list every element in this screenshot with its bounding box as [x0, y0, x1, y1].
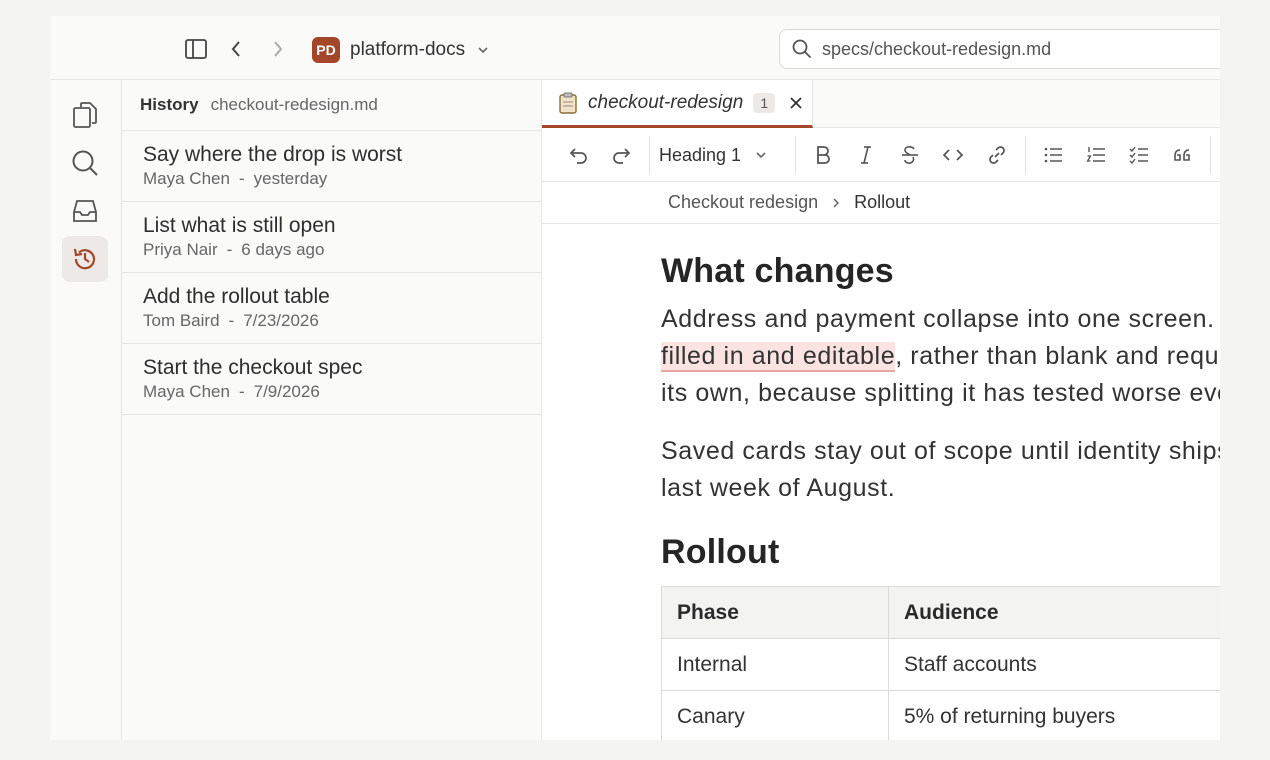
history-item[interactable]: Say where the drop is worst Maya Chen - ye… [122, 131, 541, 202]
table-header-row: Phase Audience [661, 586, 1220, 639]
paragraph-line: last week of August. [661, 474, 896, 502]
history-header: History checkout-redesign.md [122, 80, 541, 131]
table-cell[interactable]: 5% of returning buyers [888, 690, 1220, 740]
italic-icon[interactable] [851, 140, 881, 170]
breadcrumb-current[interactable]: Rollout [854, 192, 910, 213]
rollout-table: Phase Audience Internal Staff accounts C… [661, 586, 1220, 740]
tab-checkout-redesign[interactable]: checkout-redesign 1 [542, 80, 813, 128]
meta-separator: - [238, 169, 245, 188]
forward-icon[interactable] [264, 35, 292, 63]
breadcrumb: Checkout redesign Rollout [542, 182, 1220, 224]
bullet-list-icon[interactable] [1038, 140, 1068, 170]
checklist-icon[interactable] [1124, 140, 1154, 170]
history-panel: History checkout-redesign.md Say where t… [122, 80, 542, 740]
search-input[interactable]: specs/checkout-redesign.md [779, 29, 1220, 69]
workspace-switcher[interactable]: PD platform-docs [312, 36, 489, 64]
workspace-name: platform-docs [350, 39, 466, 60]
sidebar-toggle-icon[interactable] [182, 35, 210, 63]
back-icon[interactable] [222, 35, 250, 63]
activity-rail [50, 80, 122, 740]
heading-rollout: Rollout [661, 533, 780, 571]
format-toolbar: Heading 1 [542, 128, 1220, 182]
redo-icon[interactable] [606, 140, 636, 170]
numbered-list-icon[interactable] [1081, 140, 1111, 170]
commit-message: Start the checkout spec [143, 356, 363, 379]
commit-author: Tom Baird [143, 311, 220, 330]
link-icon[interactable] [982, 140, 1012, 170]
history-title: History [140, 95, 199, 114]
commit-message: Add the rollout table [143, 285, 330, 308]
tab-bar: checkout-redesign 1 [542, 80, 1220, 128]
commit-time: 6 days ago [241, 240, 325, 259]
highlighted-text[interactable]: filled in and editable [661, 342, 896, 372]
chevron-down-icon [477, 46, 489, 54]
editor-pane: checkout-redesign 1 Heading 1 Checkout r… [542, 80, 1220, 740]
paragraph-line: Saved cards stay out of scope until iden… [661, 437, 1220, 465]
commit-message: Say where the drop is worst [143, 143, 403, 166]
table-cell[interactable]: Internal [661, 638, 889, 691]
heading-select[interactable]: Heading 1 [659, 140, 767, 170]
search-value: specs/checkout-redesign.md [822, 38, 1052, 59]
table-header-cell[interactable]: Phase [661, 586, 889, 639]
commit-author: Priya Nair [143, 240, 218, 259]
meta-separator: - [226, 240, 233, 259]
search-icon [792, 39, 812, 59]
table-cell[interactable]: Canary [661, 690, 889, 740]
chevron-down-icon [755, 151, 767, 159]
files-icon[interactable] [62, 92, 108, 138]
table-header-cell[interactable]: Audience [888, 586, 1220, 639]
commit-time: 7/9/2026 [253, 382, 320, 401]
code-icon[interactable] [938, 140, 968, 170]
table-row: Canary 5% of returning buyers [661, 690, 1220, 740]
breadcrumb-parent[interactable]: Checkout redesign [668, 192, 818, 213]
tab-badge: 1 [753, 92, 776, 113]
history-item[interactable]: Start the checkout spec Maya Chen -7/9/20… [122, 344, 541, 415]
chevron-right-icon [832, 197, 840, 209]
inbox-icon[interactable] [62, 188, 108, 234]
commit-author: Maya Chen [143, 382, 230, 401]
commit-message: List what is still open [143, 214, 336, 237]
strikethrough-icon[interactable] [895, 140, 925, 170]
bold-icon[interactable] [808, 140, 838, 170]
close-icon[interactable] [789, 96, 803, 110]
paragraph-line: its own, because splitting it has tested… [661, 379, 1220, 407]
document-body[interactable]: What changes Address and payment collaps… [661, 240, 1220, 740]
app-window: PD platform-docs specs/checkout-redesign… [50, 16, 1220, 740]
commit-author: Maya Chen [143, 169, 230, 188]
history-item[interactable]: List what is still open Priya Nair -6 day… [122, 202, 541, 273]
paragraph-text: , rather than blank and required. [895, 342, 1220, 370]
heading-select-value: Heading 1 [659, 144, 742, 165]
heading-what-changes: What changes [661, 252, 894, 290]
top-bar: PD platform-docs specs/checkout-redesign… [50, 16, 1220, 80]
clipboard-icon [558, 92, 578, 114]
history-file: checkout-redesign.md [210, 95, 378, 114]
commit-time: yesterday [253, 169, 328, 188]
history-icon[interactable] [62, 236, 108, 282]
quote-icon[interactable] [1167, 140, 1197, 170]
meta-separator: - [238, 382, 245, 401]
workspace-avatar: PD [312, 37, 340, 63]
commit-time: 7/23/2026 [243, 311, 319, 330]
search-icon[interactable] [62, 140, 108, 186]
tab-label: checkout-redesign [588, 91, 744, 113]
table-cell[interactable]: Staff accounts [888, 638, 1220, 691]
history-item[interactable]: Add the rollout table Tom Baird -7/23/202… [122, 273, 541, 344]
meta-separator: - [228, 311, 235, 330]
paragraph-line: Address and payment collapse into one sc… [661, 305, 1220, 333]
undo-icon[interactable] [564, 140, 594, 170]
table-row: Internal Staff accounts [661, 638, 1220, 691]
